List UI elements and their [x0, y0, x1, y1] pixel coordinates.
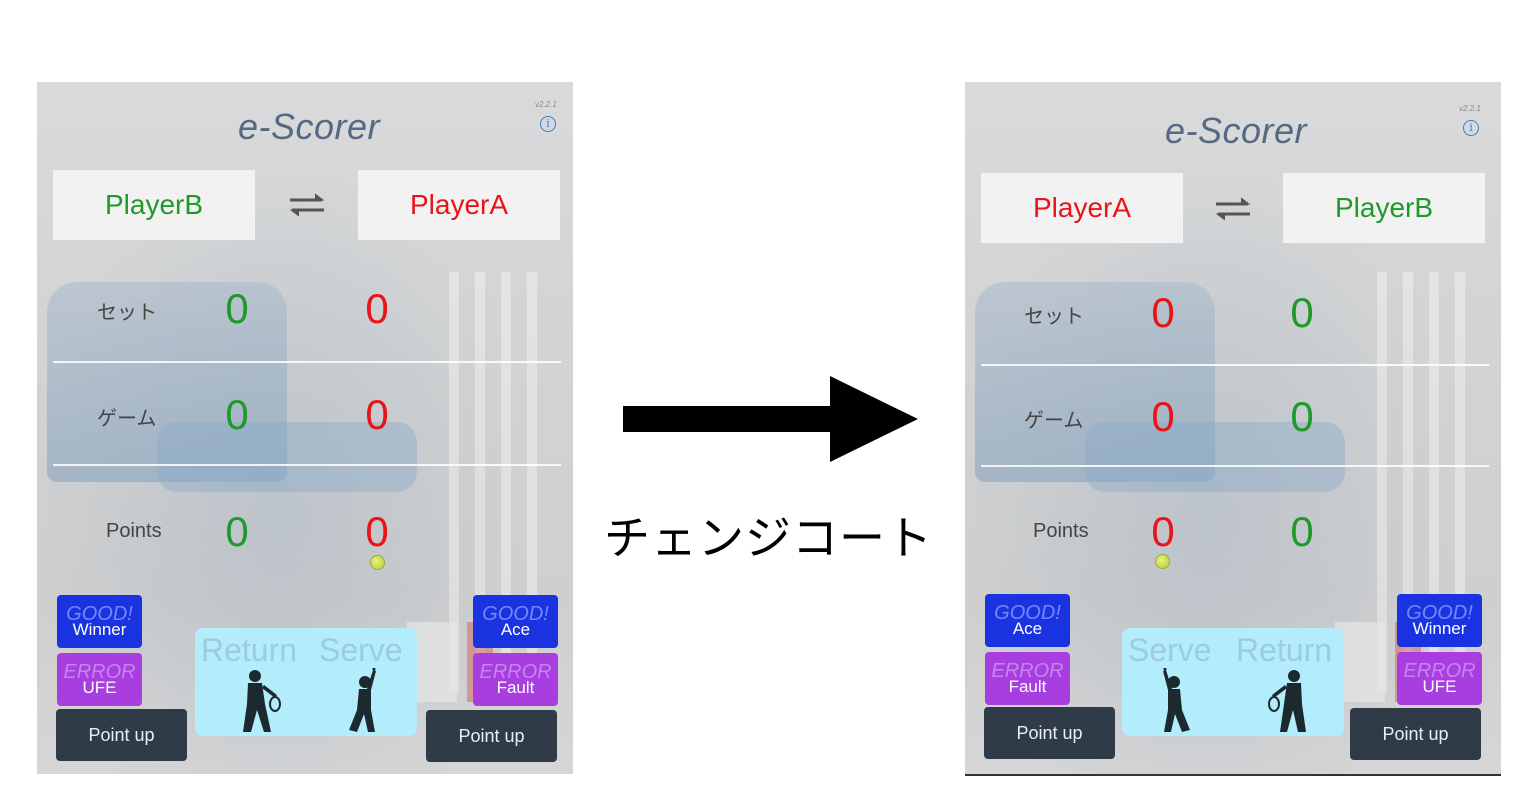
- right-ufe-button[interactable]: ERROR UFE: [1397, 652, 1482, 705]
- right-ace-button[interactable]: GOOD! Ace: [473, 595, 558, 648]
- info-icon[interactable]: i: [1463, 120, 1479, 136]
- court-left-label: Return: [201, 632, 298, 668]
- left-point-up-button[interactable]: Point up: [984, 707, 1115, 759]
- set-row-label: セット: [97, 302, 157, 324]
- right-points-score: 0: [365, 508, 389, 555]
- left-point-up-button[interactable]: Point up: [56, 709, 187, 761]
- game-row-label: ゲーム: [1024, 410, 1084, 432]
- background-rail: [1377, 272, 1387, 692]
- change-court-caption: チェンジコート: [604, 511, 933, 565]
- fault-label: Fault: [496, 677, 535, 697]
- ufe-label: UFE: [1422, 676, 1457, 696]
- court-left-label: Serve: [1128, 632, 1212, 668]
- scorer-screen-after: v2.2.1 i e-Scorer PlayerA PlayerB セット 0 …: [965, 82, 1501, 776]
- ace-label: Ace: [500, 619, 531, 639]
- background-rail: [449, 272, 459, 692]
- version-label: v2.2.1: [535, 100, 557, 109]
- right-winner-button[interactable]: GOOD! Winner: [1397, 594, 1482, 647]
- winner-label: Winner: [72, 619, 127, 639]
- ace-label: Ace: [1012, 618, 1043, 638]
- info-icon[interactable]: i: [540, 116, 556, 132]
- court-panel[interactable]: Return Serve: [195, 628, 417, 736]
- returner-silhouette-icon: [243, 670, 281, 732]
- left-points-score: 0: [1151, 508, 1175, 555]
- right-game-score: 0: [1290, 393, 1314, 440]
- right-player-name-button[interactable]: PlayerA: [358, 170, 560, 240]
- right-points-score: 0: [1290, 508, 1314, 555]
- left-winner-button[interactable]: GOOD! Winner: [57, 595, 142, 648]
- left-set-score: 0: [225, 285, 249, 332]
- court-right-label: Return: [1236, 632, 1333, 668]
- left-points-score: 0: [225, 508, 249, 555]
- change-court-arrow-icon: [623, 376, 918, 462]
- left-ace-button[interactable]: GOOD! Ace: [985, 594, 1070, 647]
- left-set-score: 0: [1151, 289, 1175, 336]
- row-divider: [981, 465, 1489, 467]
- fault-label: Fault: [1008, 676, 1047, 696]
- swap-players-icon[interactable]: [1213, 196, 1253, 222]
- server-ball-icon: [370, 555, 385, 570]
- left-player-name-button[interactable]: PlayerB: [53, 170, 255, 240]
- server-silhouette-icon: [1163, 668, 1190, 732]
- court-right-label: Serve: [319, 632, 403, 668]
- left-game-score: 0: [1151, 393, 1175, 440]
- set-row-label: セット: [1024, 306, 1084, 328]
- left-game-score: 0: [225, 391, 249, 438]
- row-divider: [981, 364, 1489, 366]
- right-player-name-button[interactable]: PlayerB: [1283, 173, 1485, 243]
- right-set-score: 0: [1290, 289, 1314, 336]
- scorer-screen-before: v2.2.1 i e-Scorer PlayerB PlayerA セット 0 …: [37, 82, 573, 774]
- right-fault-button[interactable]: ERROR Fault: [473, 653, 558, 706]
- server-ball-icon: [1155, 554, 1170, 569]
- row-divider: [53, 464, 561, 466]
- left-player-name-button[interactable]: PlayerA: [981, 173, 1183, 243]
- server-silhouette-icon: [349, 668, 376, 732]
- version-label: v2.2.1: [1459, 104, 1481, 113]
- app-title: e-Scorer: [238, 106, 381, 147]
- points-row-label: Points: [106, 520, 162, 542]
- winner-label: Winner: [1412, 618, 1467, 638]
- game-row-label: ゲーム: [97, 408, 157, 430]
- right-point-up-button[interactable]: Point up: [1350, 708, 1481, 760]
- app-title: e-Scorer: [1165, 110, 1308, 151]
- left-ufe-button[interactable]: ERROR UFE: [57, 653, 142, 706]
- swap-players-icon[interactable]: [287, 192, 327, 218]
- left-fault-button[interactable]: ERROR Fault: [985, 652, 1070, 705]
- court-panel[interactable]: Serve Return: [1122, 628, 1344, 736]
- points-row-label: Points: [1033, 520, 1089, 542]
- returner-silhouette-icon: [1268, 670, 1306, 732]
- right-game-score: 0: [365, 391, 389, 438]
- row-divider: [53, 361, 561, 363]
- ufe-label: UFE: [82, 677, 117, 697]
- right-point-up-button[interactable]: Point up: [426, 710, 557, 762]
- right-set-score: 0: [365, 285, 389, 332]
